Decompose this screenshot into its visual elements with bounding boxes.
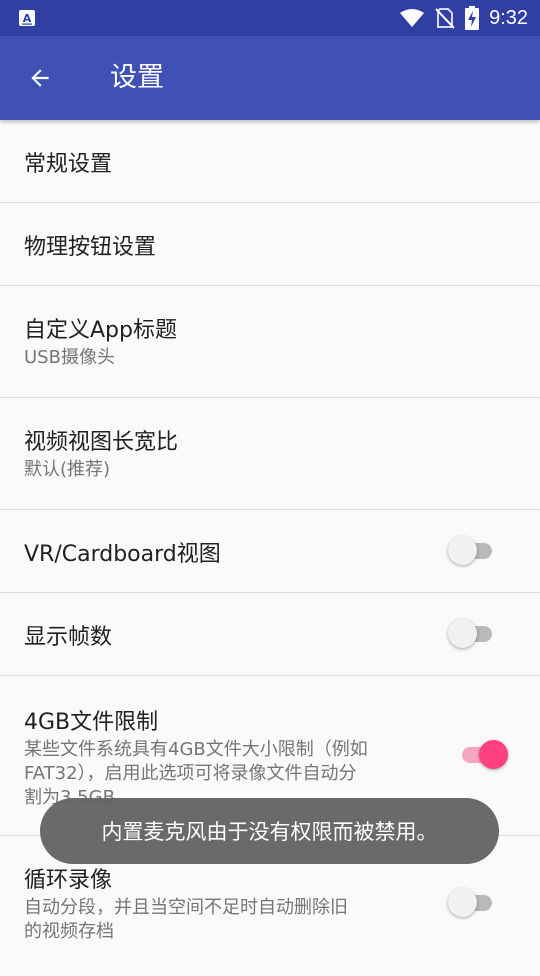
setting-title: 循环录像 — [24, 868, 113, 893]
setting-summary-line: 自动分段，并且当空间不足时自动删除旧 — [24, 897, 348, 918]
setting-physical-buttons[interactable]: 物理按钮设置 — [0, 203, 540, 286]
toast-message: 内置麦克风由于没有权限而被禁用。 — [40, 798, 499, 864]
switch-thumb — [448, 888, 477, 917]
setting-video-aspect-ratio[interactable]: 视频视图长宽比 默认(推荐) — [0, 398, 540, 510]
switch-thumb — [448, 619, 477, 648]
switch-thumb — [479, 740, 508, 769]
status-bar: A 9:32 — [0, 0, 540, 36]
status-time: 9:32 — [489, 6, 528, 29]
setting-summary: 默认(推荐) — [24, 459, 111, 480]
svg-text:A: A — [23, 12, 32, 25]
4gb-limit-switch[interactable] — [458, 738, 510, 770]
setting-summary-line: 的视频存档 — [24, 921, 114, 942]
setting-title: 视频视图长宽比 — [24, 430, 179, 455]
setting-title: 常规设置 — [24, 152, 113, 177]
vr-cardboard-switch[interactable] — [448, 534, 500, 566]
setting-title: VR/Cardboard视图 — [24, 542, 221, 567]
app-a-icon: A — [19, 10, 35, 26]
app-bar: 设置 — [0, 36, 540, 120]
loop-recording-switch[interactable] — [448, 886, 500, 918]
toast-text: 内置麦克风由于没有权限而被禁用。 — [101, 820, 438, 844]
setting-title: 显示帧数 — [24, 625, 113, 650]
battery-charging-icon — [465, 6, 480, 30]
wifi-icon — [400, 9, 425, 27]
page-title: 设置 — [110, 62, 164, 93]
back-button[interactable] — [14, 52, 66, 104]
setting-summary-line: FAT32），启用此选项可将录像文件自动分 — [24, 763, 357, 784]
arrow-back-icon — [31, 69, 49, 87]
setting-summary-line: 某些文件系统具有4GB文件大小限制（例如 — [24, 739, 368, 760]
no-sim-icon — [435, 8, 455, 29]
setting-title: 物理按钮设置 — [24, 235, 157, 260]
setting-title: 4GB文件限制 — [24, 710, 159, 735]
setting-general[interactable]: 常规设置 — [0, 120, 540, 203]
setting-custom-app-title[interactable]: 自定义App标题 USB摄像头 — [0, 286, 540, 398]
setting-summary: USB摄像头 — [24, 347, 115, 368]
setting-title: 自定义App标题 — [24, 318, 177, 343]
show-fps-switch[interactable] — [448, 617, 500, 649]
setting-vr-cardboard[interactable]: VR/Cardboard视图 — [0, 510, 540, 593]
switch-thumb — [448, 536, 477, 565]
setting-show-fps[interactable]: 显示帧数 — [0, 593, 540, 676]
